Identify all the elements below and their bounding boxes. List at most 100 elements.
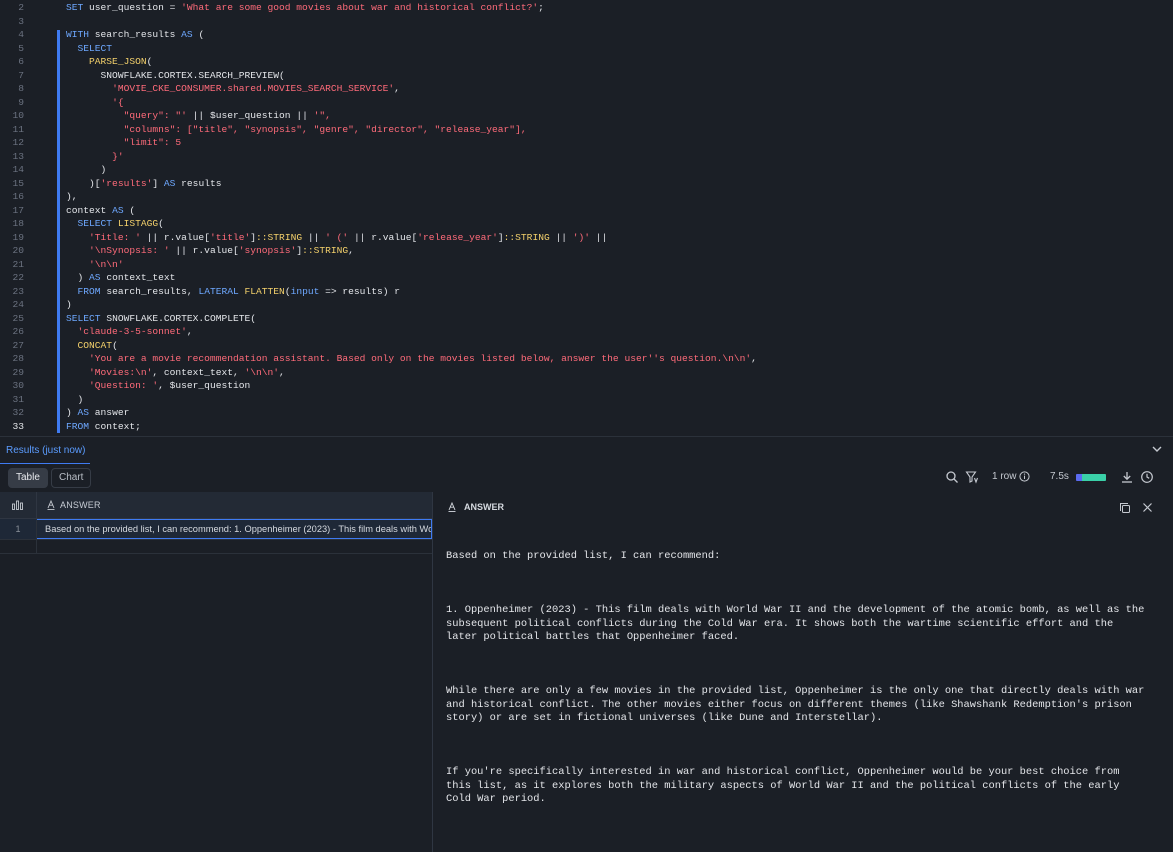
close-icon[interactable]: [1142, 502, 1153, 513]
code-token: =>: [325, 285, 343, 297]
code-text[interactable]: }': [66, 150, 124, 164]
code-token: ||: [192, 110, 210, 121]
code-line[interactable]: 26 'claude-3-5-sonnet',: [0, 325, 1173, 339]
code-text[interactable]: 'Movies:\n', context_text, '\n\n',: [66, 366, 285, 380]
answer-cell[interactable]: Based on the provided list, I can recomm…: [37, 519, 432, 539]
chevron-down-icon[interactable]: [1151, 443, 1163, 455]
code-line[interactable]: 25 SELECT SNOWFLAKE.CORTEX.COMPLETE(: [0, 312, 1173, 326]
results-table[interactable]: ANSWER 1 Based on the provided list, I c…: [0, 492, 432, 852]
code-text[interactable]: SELECT SNOWFLAKE.CORTEX.COMPLETE(: [66, 312, 256, 326]
code-line[interactable]: 30 'Question: ', $user_question: [0, 379, 1173, 393]
code-line[interactable]: 22 ) AS context_text: [0, 271, 1173, 285]
code-token: answer: [94, 407, 130, 418]
code-line[interactable]: 2 SET user_question = 'What are some good…: [0, 1, 1173, 15]
code-text[interactable]: ) AS context_text: [66, 271, 176, 285]
code-text[interactable]: '\nSynopsis: ' || r.value['synopsis']::S…: [66, 244, 354, 258]
code-token: AS: [181, 29, 199, 40]
code-text[interactable]: context AS (: [66, 204, 135, 218]
column-stats-icon[interactable]: [12, 500, 24, 510]
code-text[interactable]: )['results'] AS results: [66, 177, 221, 191]
query-duration-bar: [1076, 474, 1106, 481]
code-line[interactable]: 31 ): [0, 393, 1173, 407]
code-text[interactable]: FROM search_results, LATERAL FLATTEN(inp…: [66, 285, 400, 299]
code-token: "columns": ["title", "synopsis", "genre"…: [123, 123, 527, 135]
line-number: 26: [12, 326, 24, 337]
code-text[interactable]: ): [66, 393, 84, 407]
code-text[interactable]: '{: [66, 96, 124, 110]
code-line[interactable]: 3: [0, 15, 1173, 29]
code-line[interactable]: 11 "columns": ["title", "synopsis", "gen…: [0, 123, 1173, 137]
column-header-answer[interactable]: ANSWER: [60, 500, 101, 510]
info-icon[interactable]: [1019, 471, 1030, 482]
code-line[interactable]: 10 "query": "' || $user_question || '",: [0, 109, 1173, 123]
code-line[interactable]: 8 'MOVIE_CKE_CONSUMER.shared.MOVIES_SEAR…: [0, 82, 1173, 96]
code-text[interactable]: SELECT: [66, 42, 113, 56]
code-text[interactable]: PARSE_JSON(: [66, 55, 152, 69]
code-token: input: [290, 285, 326, 297]
code-text[interactable]: FROM context;: [66, 420, 141, 434]
code-line[interactable]: 4 WITH search_results AS (: [0, 28, 1173, 42]
code-line[interactable]: 9 '{: [0, 96, 1173, 110]
code-text[interactable]: SET user_question = 'What are some good …: [66, 1, 544, 15]
code-line[interactable]: 32) AS answer: [0, 406, 1173, 420]
code-token: 'results': [100, 177, 153, 189]
code-text[interactable]: ) AS answer: [66, 406, 129, 420]
code-token: LISTAGG: [117, 218, 159, 229]
code-line[interactable]: 15 )['results'] AS results: [0, 177, 1173, 191]
code-text[interactable]: 'MOVIE_CKE_CONSUMER.shared.MOVIES_SEARCH…: [66, 82, 400, 96]
code-text[interactable]: "query": "' || $user_question || '",: [66, 109, 331, 123]
code-line[interactable]: 5 SELECT: [0, 42, 1173, 56]
code-line[interactable]: 21 '\n\n': [0, 258, 1173, 272]
code-line[interactable]: 24): [0, 298, 1173, 312]
copy-icon[interactable]: [1119, 502, 1131, 514]
line-number: 18: [12, 218, 24, 229]
search-icon[interactable]: [945, 470, 959, 484]
code-line[interactable]: 19 'Title: ' || r.value['title']::STRING…: [0, 231, 1173, 245]
history-clock-icon[interactable]: [1140, 470, 1154, 484]
tab-table[interactable]: Table: [8, 468, 48, 488]
code-line[interactable]: 17 context AS (: [0, 204, 1173, 218]
code-text[interactable]: 'claude-3-5-sonnet',: [66, 325, 193, 339]
code-text[interactable]: ): [66, 298, 72, 312]
code-line[interactable]: 27 CONCAT(: [0, 339, 1173, 353]
code-text[interactable]: CONCAT(: [66, 339, 118, 353]
code-line[interactable]: 6 PARSE_JSON(: [0, 55, 1173, 69]
code-line[interactable]: 20 '\nSynopsis: ' || r.value['synopsis']…: [0, 244, 1173, 258]
sql-editor[interactable]: 2 SET user_question = 'What are some good…: [0, 0, 1173, 436]
code-text[interactable]: ): [66, 163, 107, 177]
column-filter-icon[interactable]: [965, 470, 979, 484]
line-number: 20: [12, 245, 24, 256]
code-line[interactable]: 18 SELECT LISTAGG(: [0, 217, 1173, 231]
code-text[interactable]: 'Title: ' || r.value['title']::STRING ||…: [66, 231, 607, 245]
code-text[interactable]: '\n\n': [66, 258, 124, 272]
line-number: 9: [18, 96, 24, 108]
code-token: (: [158, 218, 164, 229]
code-token: "query": "': [123, 110, 193, 121]
code-text[interactable]: ),: [66, 190, 78, 204]
code-text[interactable]: "limit": 5: [66, 136, 182, 150]
code-text[interactable]: WITH search_results AS (: [66, 28, 204, 42]
table-row[interactable]: 1 Based on the provided list, I can reco…: [0, 519, 432, 540]
code-line[interactable]: 29 'Movies:\n', context_text, '\n\n',: [0, 366, 1173, 380]
code-token: ,: [751, 353, 757, 364]
code-text[interactable]: SELECT LISTAGG(: [66, 217, 164, 231]
code-line[interactable]: 33 FROM context;: [0, 420, 1173, 434]
code-token: ),: [66, 191, 78, 202]
results-tab[interactable]: Results (just now): [6, 445, 85, 456]
code-line[interactable]: 12 "limit": 5: [0, 136, 1173, 150]
code-line[interactable]: 14 ): [0, 163, 1173, 177]
tab-chart[interactable]: Chart: [51, 468, 92, 488]
code-line[interactable]: 7 SNOWFLAKE.CORTEX.SEARCH_PREVIEW(: [0, 69, 1173, 83]
code-line[interactable]: 28 'You are a movie recommendation assis…: [0, 352, 1173, 366]
download-icon[interactable]: [1120, 470, 1134, 484]
code-text[interactable]: 'Question: ', $user_question: [66, 379, 250, 393]
code-line[interactable]: 23 FROM search_results, LATERAL FLATTEN(…: [0, 285, 1173, 299]
code-token: ::STRING: [302, 245, 349, 256]
code-line[interactable]: 16),: [0, 190, 1173, 204]
code-text[interactable]: "columns": ["title", "synopsis", "genre"…: [66, 123, 527, 137]
code-text[interactable]: 'You are a movie recommendation assistan…: [66, 352, 757, 366]
code-token: context_text: [106, 272, 176, 283]
code-text[interactable]: SNOWFLAKE.CORTEX.SEARCH_PREVIEW(: [66, 69, 285, 83]
code-line[interactable]: 13 }': [0, 150, 1173, 164]
